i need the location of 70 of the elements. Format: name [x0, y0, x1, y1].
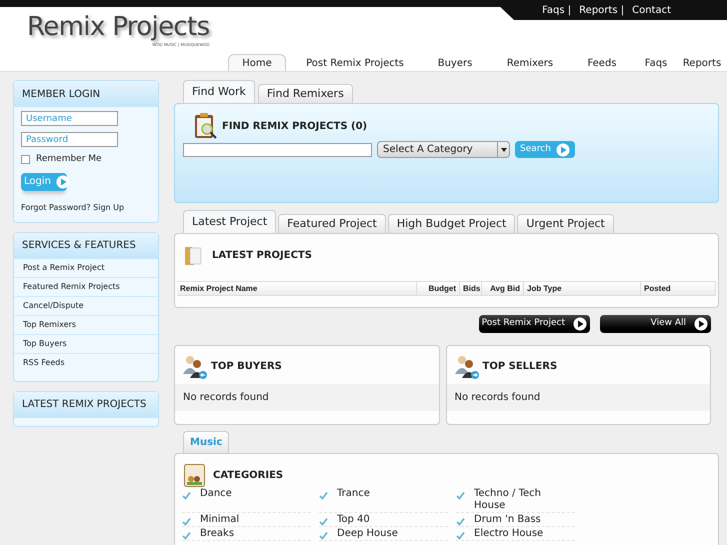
column-header: Job Type: [524, 282, 641, 296]
empty-message: No records found: [446, 384, 710, 411]
empty-message: No records found: [175, 384, 438, 411]
sidebar-link[interactable]: Cancel/Dispute: [14, 296, 158, 316]
remember-label: Remember Me: [36, 153, 102, 166]
top-link[interactable]: Contact: [632, 2, 671, 18]
tab[interactable]: Find Remixers: [258, 84, 353, 103]
category-link[interactable]: Deep House: [319, 527, 448, 541]
category-link[interactable]: Electro House: [456, 527, 575, 541]
panel-title: MEMBER LOGIN: [14, 81, 158, 107]
username-field[interactable]: Username: [21, 111, 118, 126]
nav-tab[interactable]: Reports: [682, 54, 722, 72]
panel-title: SERVICES & FEATURES: [14, 232, 158, 258]
category-link[interactable]: Drum 'n Bass: [456, 513, 575, 527]
tab[interactable]: High Budget Project: [388, 214, 516, 233]
category-link[interactable]: Breaks: [182, 527, 311, 541]
panel-title: LATEST REMIX PROJECTS: [14, 392, 158, 418]
action-button[interactable]: Post Remix Project: [479, 315, 590, 333]
people-icon: [182, 354, 208, 380]
nav-tab[interactable]: Feeds: [574, 54, 630, 72]
sidebar-link[interactable]: Top Buyers: [14, 334, 158, 354]
sidebar-link[interactable]: Featured Remix Projects: [14, 278, 158, 296]
top-link[interactable]: Reports |: [579, 2, 624, 18]
play-icon: [694, 317, 708, 331]
category-link[interactable]: Top 40: [319, 513, 448, 527]
action-button[interactable]: View All: [600, 315, 711, 333]
folder-icon: [184, 244, 204, 266]
people-icon: [454, 354, 480, 380]
login-links: Forgot Password? Sign Up: [21, 202, 126, 214]
nav-tab[interactable]: Buyers: [424, 54, 486, 72]
password-field[interactable]: Password: [21, 132, 118, 147]
category-dropdown[interactable]: Select A Category: [377, 141, 510, 158]
logo: Remix Projects: [27, 12, 210, 42]
tab[interactable]: Find Work: [183, 80, 255, 103]
category-link[interactable]: Dance: [182, 487, 311, 513]
section-title: LATEST PROJECTS: [212, 248, 312, 262]
column-header: Avg Bid: [482, 282, 524, 296]
play-icon: [56, 174, 70, 188]
sidebar-link[interactable]: Top Remixers: [14, 316, 158, 334]
play-icon: [573, 317, 587, 331]
category-link[interactable]: Techno / Tech House: [456, 487, 575, 513]
sidebar-link[interactable]: Post a Remix Project: [14, 258, 158, 278]
section-title: CATEGORIES: [213, 469, 284, 483]
check-icon: [182, 491, 191, 500]
column-header: Posted: [641, 282, 716, 296]
column-header: Budget: [417, 282, 460, 296]
tab[interactable]: Featured Project: [278, 214, 386, 233]
dropdown-arrow-icon: [500, 148, 506, 152]
top-link[interactable]: Faqs |: [542, 2, 572, 18]
check-icon: [319, 491, 328, 500]
column-header: Remix Project Name: [177, 282, 417, 296]
section-title: TOP SELLERS: [482, 360, 558, 374]
play-icon: [556, 142, 570, 156]
sidebar-link[interactable]: RSS Feeds: [14, 354, 158, 372]
nav-tab[interactable]: Home: [228, 54, 286, 72]
tab[interactable]: Latest Project: [183, 210, 276, 233]
nav-tab[interactable]: Remixers: [486, 54, 574, 72]
section-title: TOP BUYERS: [211, 360, 282, 374]
search-field[interactable]: [183, 142, 372, 156]
column-header: Bids: [460, 282, 482, 296]
category-link[interactable]: Minimal: [182, 513, 311, 527]
section-title: FIND REMIX PROJECTS (0): [222, 120, 368, 134]
picture-frame-icon: [184, 464, 205, 487]
nav-tab[interactable]: Post Remix Projects: [286, 54, 424, 72]
category-link[interactable]: Trance: [319, 487, 448, 513]
check-icon: [456, 491, 465, 500]
clipboard-search-icon: [193, 112, 219, 140]
tab[interactable]: Urgent Project: [517, 214, 614, 233]
nav-tab[interactable]: Faqs: [630, 54, 682, 72]
checkbox[interactable]: [21, 155, 30, 164]
